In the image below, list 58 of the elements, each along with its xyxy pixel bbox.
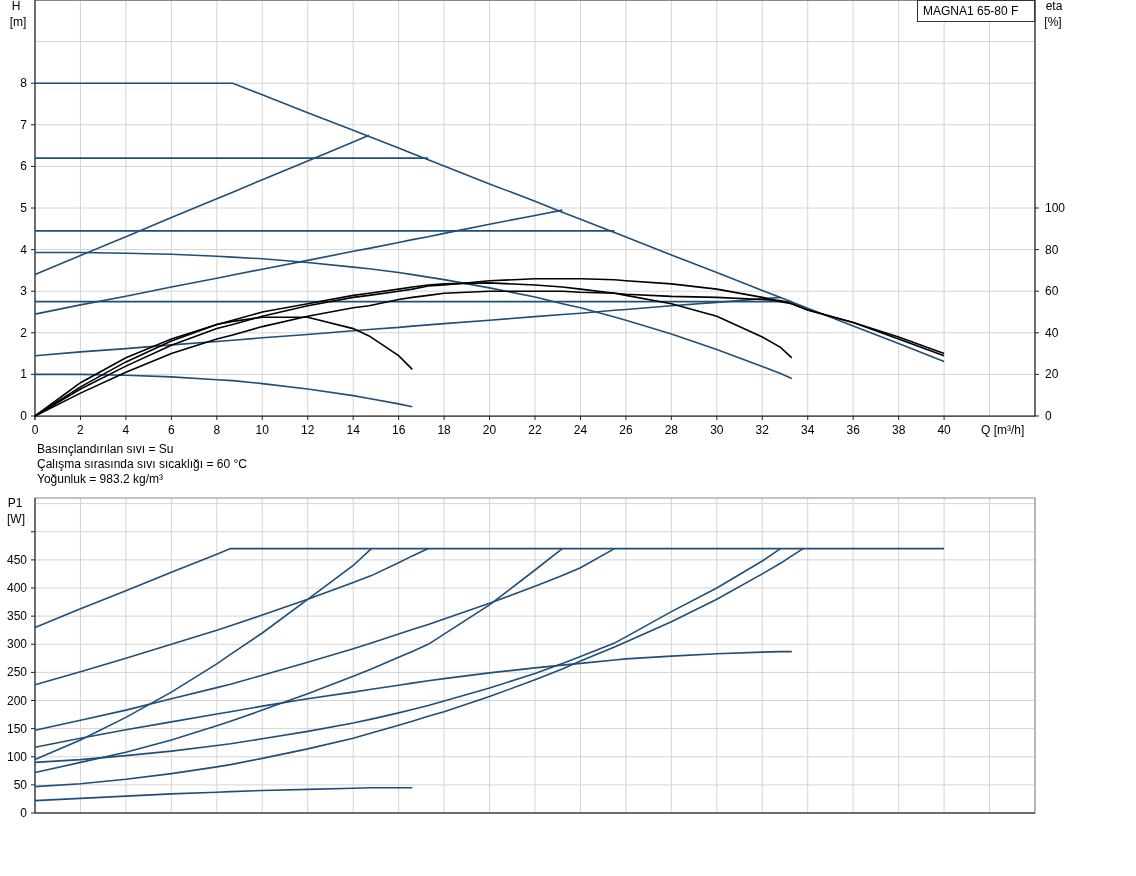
x-tick-label: 40 [937, 423, 951, 437]
y-tick-label: 400 [6, 581, 27, 595]
y-tick-label: 50 [13, 777, 27, 792]
chart-title: MAGNA1 65-80 F [917, 0, 1035, 22]
y-tick-label: 0 [1045, 409, 1052, 423]
y-tick-label: 60 [1045, 284, 1059, 299]
y-tick-label: 3 [20, 284, 27, 299]
x-tick-label: 4 [122, 423, 130, 437]
x-tick-label: 38 [891, 423, 906, 437]
y-tick-label: 200 [6, 693, 27, 708]
axis-label: [m] [9, 15, 27, 29]
y-tick-label: 20 [1045, 367, 1059, 382]
y-tick-label: 4 [20, 242, 27, 257]
axis-label: [W] [7, 512, 25, 526]
y-tick-label: 6 [20, 159, 27, 174]
x-tick-label: 12 [301, 423, 315, 437]
x-tick-label: 34 [801, 423, 815, 437]
y-tick-label: 350 [6, 609, 27, 624]
y-tick-label: 7 [20, 117, 27, 132]
y-tick-label: 8 [20, 76, 27, 91]
chart-title: MAGNA1 65-80 F [923, 4, 1019, 18]
x-tick-label: 30 [710, 423, 724, 437]
axis-label: P1 [7, 496, 23, 510]
y-tick-label: 250 [6, 665, 27, 680]
y-tick-label: 100 [1045, 201, 1066, 215]
x-tick-label: 10 [255, 423, 269, 437]
axis-label: eta [1045, 0, 1063, 13]
y-tick-label: 450 [6, 552, 27, 567]
fluid-note: Basınçlandırılan sıvı = Su [37, 442, 174, 457]
y-tick-label: 0 [20, 806, 27, 820]
x-tick-label: 2 [77, 423, 84, 437]
fluid-note: Yoğunluk = 983.2 kg/m³ [37, 472, 163, 487]
y-tick-label: 0 [20, 409, 27, 423]
x-tick-label: 26 [619, 423, 633, 437]
x-tick-label: 8 [213, 423, 221, 437]
x-tick-label: 28 [664, 423, 679, 437]
y-tick-label: 150 [6, 721, 27, 736]
x-tick-label: 6 [168, 423, 175, 437]
x-tick-label: 0 [31, 423, 39, 437]
y-tick-label: 2 [20, 325, 27, 340]
x-tick-label: 16 [391, 423, 406, 437]
x-tick-label: 24 [573, 423, 588, 437]
x-tick-label: 18 [437, 423, 451, 437]
axis-label: Q [m³/h] [981, 423, 1025, 437]
x-tick-label: 36 [846, 423, 860, 437]
x-tick-label: 20 [482, 423, 497, 437]
axis-label: [%] [1044, 15, 1062, 29]
y-tick-label: 300 [6, 637, 27, 652]
x-tick-label: 32 [755, 423, 769, 437]
axis-label: H [11, 0, 21, 13]
y-tick-label: 1 [20, 367, 27, 382]
x-tick-label: 14 [346, 423, 360, 437]
x-tick-label: 22 [528, 423, 542, 437]
y-tick-label: 100 [6, 749, 27, 764]
y-tick-label: 5 [20, 201, 27, 215]
y-tick-label: 40 [1045, 325, 1059, 340]
y-tick-label: 80 [1045, 242, 1059, 257]
fluid-note: Çalışma sırasında sıvı sıcaklığı = 60 °C [37, 457, 247, 472]
